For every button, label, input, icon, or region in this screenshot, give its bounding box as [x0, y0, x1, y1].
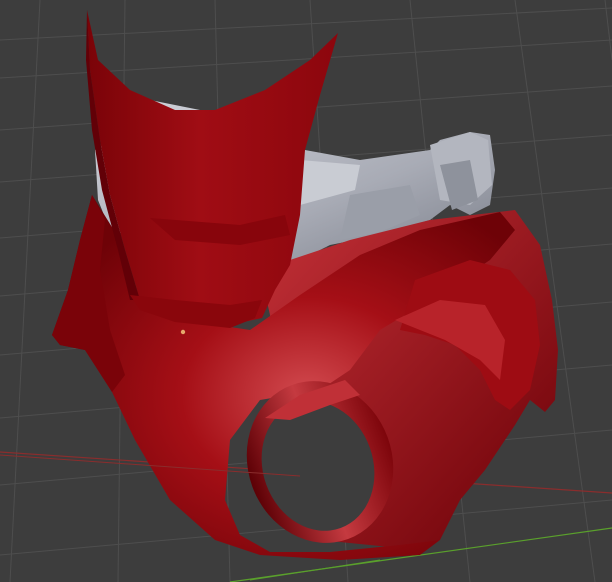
3d-viewport[interactable] — [0, 0, 612, 582]
origin-marker[interactable] — [180, 329, 186, 335]
